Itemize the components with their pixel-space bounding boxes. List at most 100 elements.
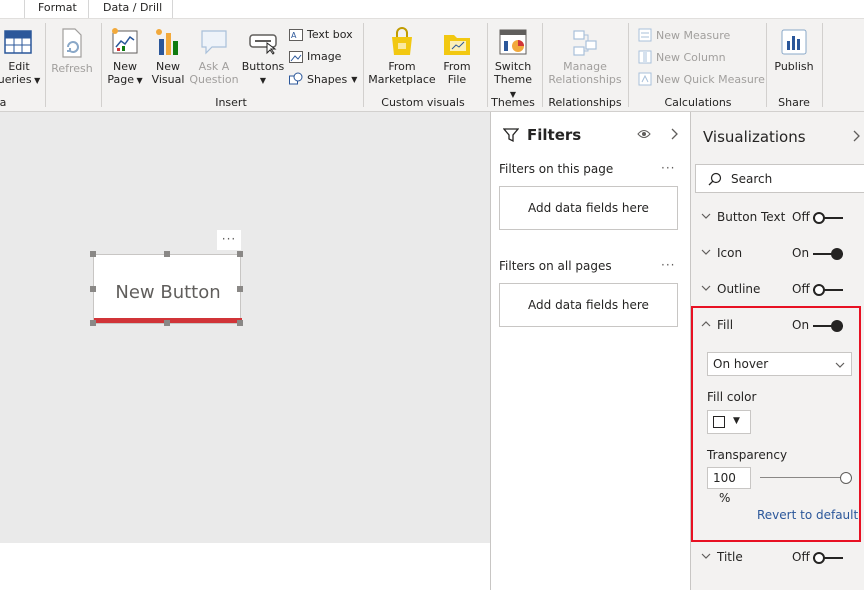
switch-theme-label-1: Switch [494, 60, 532, 73]
card-state: Off [792, 550, 810, 564]
edit-queries-label-2: ueries [0, 73, 32, 86]
group-separator [766, 23, 767, 107]
tab-data-drill[interactable]: Data / Drill [103, 1, 162, 14]
new-visual-button[interactable]: New Visual [149, 27, 187, 86]
resize-handle[interactable] [237, 251, 243, 257]
new-button-text: New Button [115, 282, 221, 303]
chevron-down-icon [701, 213, 711, 219]
eye-icon[interactable] [637, 129, 651, 139]
visualizations-search-input[interactable]: Search [695, 164, 864, 193]
column-icon [638, 50, 652, 64]
new-page-label-2: Page [107, 73, 134, 86]
group-label-custom-visuals: Custom visuals [381, 96, 465, 109]
new-measure-button[interactable]: New Measure [638, 28, 730, 42]
resize-handle[interactable] [237, 286, 243, 292]
card-state: Off [792, 210, 810, 224]
new-page-label-1: New [113, 60, 137, 73]
switch-theme-label-2: Theme [494, 73, 532, 86]
refresh-icon [62, 28, 82, 58]
ask-question-button[interactable]: Ask A Question [189, 27, 239, 86]
group-label-calculations: Calculations [664, 96, 732, 109]
shapes-icon [289, 72, 303, 85]
visual-more-options[interactable]: ··· [217, 230, 241, 250]
group-separator [101, 23, 102, 107]
card-label: Icon [717, 246, 743, 260]
resize-handle[interactable] [90, 286, 96, 292]
group-separator [363, 23, 364, 107]
search-placeholder: Search [731, 172, 773, 186]
chevron-down-icon: ▼ [31, 76, 41, 85]
button-cursor-icon [249, 34, 277, 55]
refresh-button[interactable]: Refresh [50, 27, 94, 75]
new-column-label: New Column [656, 50, 726, 64]
tab-format[interactable]: Format [38, 1, 77, 14]
chevron-down-icon [701, 249, 711, 255]
tab-separator [24, 0, 25, 18]
publish-button[interactable]: Publish [770, 27, 818, 73]
new-page-button[interactable]: New Page ▼ [106, 27, 144, 87]
group-label-themes: Themes [491, 96, 535, 109]
edit-queries-button[interactable]: Edit ueries ▼ [0, 25, 44, 87]
filters-all-drop-zone[interactable]: Add data fields here [499, 283, 678, 327]
new-quick-measure-button[interactable]: New Quick Measure [638, 72, 765, 86]
publish-label: Publish [774, 60, 814, 73]
switch-theme-button[interactable]: Switch Theme ▼ [490, 27, 536, 101]
chevron-right-icon[interactable] [669, 128, 679, 140]
filters-page-drop-zone[interactable]: Add data fields here [499, 186, 678, 230]
toggle-switch[interactable] [813, 552, 843, 564]
refresh-label: Refresh [51, 62, 93, 75]
card-label: Outline [717, 282, 761, 296]
folder-icon [444, 35, 470, 55]
card-state: On [792, 246, 810, 260]
format-card-button-text[interactable]: Button Text Off [691, 200, 864, 236]
report-canvas[interactable] [0, 112, 490, 590]
relationships-icon [573, 30, 597, 56]
new-button-visual[interactable]: New Button [93, 254, 242, 324]
ask-question-label-1: Ask A [198, 60, 230, 73]
edit-queries-label-1: Edit [8, 60, 30, 73]
card-label: Button Text [717, 210, 786, 224]
filters-page-more-options[interactable]: ··· [661, 161, 675, 175]
chevron-down-icon: ▼ [133, 76, 143, 85]
from-marketplace-button[interactable]: From Marketplace [368, 27, 436, 86]
resize-handle[interactable] [164, 320, 170, 326]
new-column-button[interactable]: New Column [638, 50, 726, 64]
speech-bubble-icon [201, 30, 227, 55]
resize-handle[interactable] [237, 320, 243, 326]
toggle-switch[interactable] [813, 212, 843, 224]
table-edit-icon [4, 30, 32, 54]
format-card-outline[interactable]: Outline Off [691, 272, 864, 308]
manage-relationships-button[interactable]: Manage Relationships [545, 27, 625, 86]
resize-handle[interactable] [90, 251, 96, 257]
calculator-icon [638, 28, 652, 42]
new-visual-label-2: Visual [151, 73, 185, 86]
new-quick-measure-label: New Quick Measure [656, 72, 765, 86]
fill-card-highlight [691, 306, 861, 542]
manage-relationships-label-1: Manage [563, 60, 607, 73]
image-button[interactable]: Image [289, 50, 341, 63]
manage-relationships-label-2: Relationships [548, 73, 622, 86]
text-box-button[interactable]: A Text box [289, 28, 353, 41]
buttons-button[interactable]: Buttons ▼ [240, 27, 286, 87]
from-file-label-1: From [443, 60, 471, 73]
chevron-right-icon[interactable] [851, 130, 861, 142]
ask-question-label-2: Question [189, 73, 239, 86]
canvas-footer-area [0, 543, 490, 590]
image-icon [289, 50, 303, 63]
card-label: Title [717, 550, 743, 564]
toggle-switch[interactable] [813, 248, 843, 260]
from-marketplace-label-2: Marketplace [368, 73, 436, 86]
resize-handle[interactable] [90, 320, 96, 326]
new-visual-label-1: New [156, 60, 180, 73]
new-measure-label: New Measure [656, 28, 731, 42]
shapes-label: Shapes [307, 72, 348, 86]
visualizations-title: Visualizations [703, 128, 806, 146]
filters-all-more-options[interactable]: ··· [661, 258, 675, 272]
from-marketplace-label-1: From [388, 60, 416, 73]
from-file-button[interactable]: From File [438, 27, 476, 86]
resize-handle[interactable] [164, 251, 170, 257]
format-card-icon[interactable]: Icon On [691, 236, 864, 272]
toggle-switch[interactable] [813, 284, 843, 296]
shapes-button[interactable]: Shapes ▼ [289, 72, 357, 86]
format-card-title[interactable]: Title Off [691, 540, 864, 576]
